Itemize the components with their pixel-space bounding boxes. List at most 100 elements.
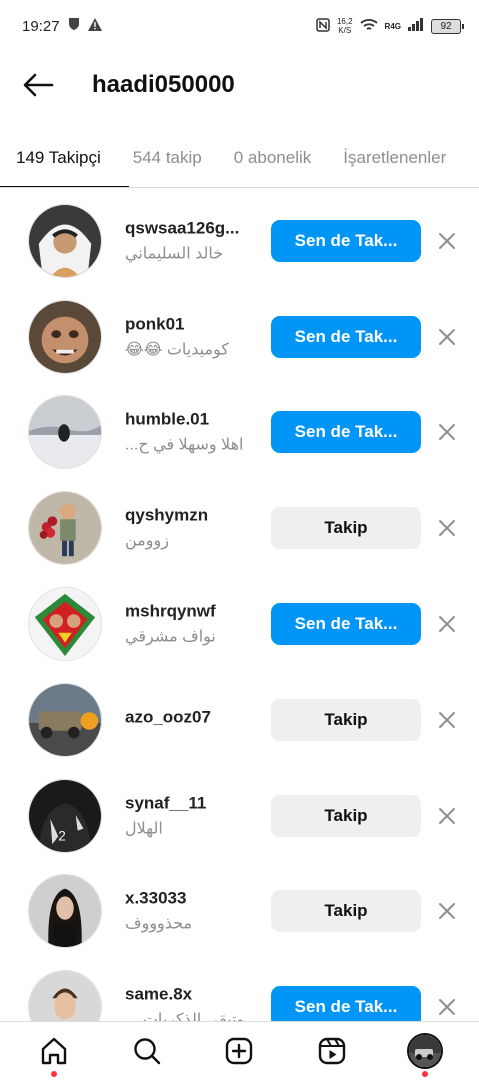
remove-follower-button[interactable] bbox=[436, 996, 458, 1018]
back-button[interactable] bbox=[18, 65, 58, 105]
list-item: x.33033 محذوووف Takip bbox=[0, 864, 479, 960]
arrow-left-icon bbox=[23, 73, 54, 97]
user-info[interactable]: synaf__11 الهلال bbox=[125, 793, 260, 838]
username: ponk01 bbox=[125, 314, 185, 334]
status-bar: 19:27 16,2 K/S R4G 92 bbox=[0, 0, 479, 52]
search-icon bbox=[134, 1038, 161, 1065]
avatar[interactable]: 2 bbox=[28, 778, 102, 853]
user-info[interactable]: qyshymzn زوومن bbox=[125, 506, 260, 551]
user-info[interactable]: mshrqynwf نواف مشرقي bbox=[125, 602, 260, 647]
user-info[interactable]: azo_ooz07 bbox=[125, 707, 260, 732]
remove-follower-button[interactable] bbox=[436, 421, 458, 443]
network-type: R4G bbox=[384, 21, 401, 31]
status-bar-left: 19:27 bbox=[22, 17, 102, 35]
avatar[interactable] bbox=[28, 395, 102, 470]
nav-reels[interactable] bbox=[312, 1031, 352, 1071]
tab-subscriptions[interactable]: 0 abonelik bbox=[218, 130, 328, 186]
battery-level: 92 bbox=[440, 20, 452, 32]
list-item: mshrqynwf نواف مشرقي Sen de Tak... bbox=[0, 576, 479, 672]
tab-tagged[interactable]: İşaretlenenler bbox=[327, 130, 462, 186]
tab-following[interactable]: 544 takip bbox=[117, 130, 218, 186]
username: azo_ooz07 bbox=[125, 707, 211, 727]
notification-dot bbox=[421, 1071, 428, 1077]
remove-follower-button[interactable] bbox=[436, 900, 458, 922]
avatar[interactable] bbox=[28, 874, 102, 949]
follow-back-button[interactable]: Sen de Tak... bbox=[271, 986, 421, 1021]
warning-icon bbox=[87, 17, 102, 35]
follower-list: qswsaa126g... خالد السليماني Sen de Tak.… bbox=[0, 193, 479, 1021]
tab-followers[interactable]: 149 Takipçi bbox=[0, 130, 129, 187]
follow-button[interactable]: Takip bbox=[271, 794, 421, 837]
nav-profile[interactable] bbox=[405, 1031, 445, 1077]
full-name: الهلال bbox=[125, 820, 163, 838]
signal-icon bbox=[408, 18, 424, 34]
user-info[interactable]: qswsaa126g... خالد السليماني bbox=[125, 218, 260, 263]
follow-button[interactable]: Takip bbox=[271, 890, 421, 933]
follow-back-button[interactable]: Sen de Tak... bbox=[271, 411, 421, 454]
remove-follower-button[interactable] bbox=[436, 709, 458, 731]
net-speed-value: 16,2 bbox=[336, 17, 353, 26]
nav-search[interactable] bbox=[127, 1031, 167, 1071]
full-name: اهلا وسهلا في ح... bbox=[125, 436, 244, 454]
username: same.8x bbox=[125, 984, 193, 1004]
close-icon bbox=[439, 807, 455, 824]
list-item: qyshymzn زوومن Takip bbox=[0, 480, 479, 576]
remove-follower-button[interactable] bbox=[436, 326, 458, 348]
status-bar-right: 16,2 K/S R4G 92 bbox=[316, 17, 464, 35]
avatar[interactable] bbox=[28, 970, 102, 1021]
user-info[interactable]: x.33033 محذوووف bbox=[125, 889, 260, 934]
nav-home[interactable] bbox=[34, 1031, 74, 1077]
close-icon bbox=[439, 616, 455, 633]
header: haadi050000 bbox=[0, 52, 479, 118]
close-icon bbox=[439, 903, 455, 920]
remove-follower-button[interactable] bbox=[436, 805, 458, 827]
full-name: محذوووف bbox=[125, 915, 193, 933]
list-item: same.8x وتبقى الذكريات ... Sen de Tak... bbox=[0, 959, 479, 1021]
follow-back-button[interactable]: Sen de Tak... bbox=[271, 219, 421, 262]
remove-follower-button[interactable] bbox=[436, 517, 458, 539]
remove-follower-button[interactable] bbox=[436, 230, 458, 252]
wifi-icon bbox=[359, 18, 378, 35]
reels-icon bbox=[318, 1037, 346, 1065]
full-name: خالد السليماني bbox=[125, 245, 224, 263]
follow-back-button[interactable]: Sen de Tak... bbox=[271, 603, 421, 646]
close-icon bbox=[439, 520, 455, 537]
full-name: نواف مشرقي bbox=[125, 628, 216, 646]
user-info[interactable]: same.8x وتبقى الذكريات ... bbox=[125, 985, 260, 1021]
list-item: 2 synaf__11 الهلال Takip bbox=[0, 768, 479, 864]
follow-button[interactable]: Takip bbox=[271, 698, 421, 741]
follow-button[interactable]: Takip bbox=[271, 507, 421, 550]
username: qswsaa126g... bbox=[125, 218, 240, 238]
avatar[interactable] bbox=[28, 203, 102, 278]
avatar[interactable] bbox=[28, 682, 102, 757]
svg-text:2: 2 bbox=[58, 828, 66, 843]
avatar[interactable] bbox=[28, 491, 102, 566]
list-item: humble.01 اهلا وسهلا في ح... Sen de Tak.… bbox=[0, 385, 479, 481]
home-icon bbox=[42, 1037, 67, 1065]
avatar[interactable] bbox=[28, 299, 102, 374]
page-title: haadi050000 bbox=[92, 71, 235, 98]
user-info[interactable]: ponk01 كوميديات 😂😂 bbox=[125, 314, 260, 359]
status-time: 19:27 bbox=[22, 17, 60, 35]
follow-back-button[interactable]: Sen de Tak... bbox=[271, 315, 421, 358]
nav-create[interactable] bbox=[219, 1031, 259, 1071]
close-icon bbox=[439, 711, 455, 728]
notification-dot bbox=[51, 1071, 58, 1077]
shield-icon bbox=[68, 17, 80, 35]
tab-bar: 149 Takipçi 544 takip 0 abonelik İşaretl… bbox=[0, 130, 479, 188]
list-item: qswsaa126g... خالد السليماني Sen de Tak.… bbox=[0, 193, 479, 289]
avatar[interactable] bbox=[28, 587, 102, 662]
net-speed: 16,2 K/S bbox=[337, 17, 353, 35]
net-speed-unit: K/S bbox=[338, 26, 352, 35]
user-info[interactable]: humble.01 اهلا وسهلا في ح... bbox=[125, 410, 260, 455]
username: mshrqynwf bbox=[125, 601, 216, 621]
close-icon bbox=[439, 328, 455, 345]
username: qyshymzn bbox=[125, 505, 209, 525]
close-icon bbox=[439, 232, 455, 249]
profile-avatar bbox=[406, 1033, 443, 1069]
username: humble.01 bbox=[125, 409, 210, 429]
full-name: كوميديات 😂😂 bbox=[125, 341, 229, 359]
nfc-icon bbox=[316, 17, 330, 35]
remove-follower-button[interactable] bbox=[436, 613, 458, 635]
username: synaf__11 bbox=[125, 793, 207, 813]
